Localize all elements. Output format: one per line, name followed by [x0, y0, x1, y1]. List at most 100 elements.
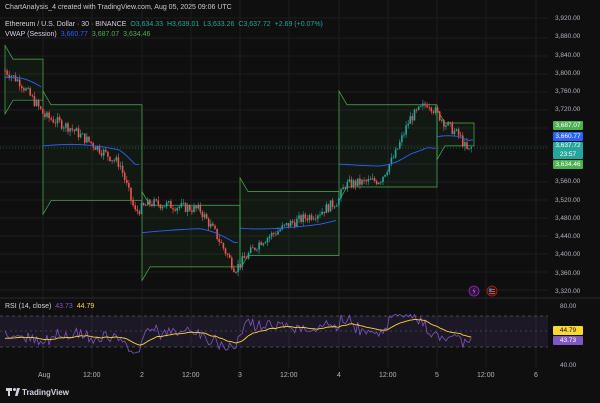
candle-body	[121, 165, 124, 173]
candle-body	[422, 103, 424, 106]
candle-body	[180, 203, 183, 207]
us-flag-icon[interactable]	[486, 285, 498, 297]
candle-body	[449, 122, 451, 124]
candle-body	[459, 135, 462, 137]
candle-body	[350, 179, 353, 188]
rsi-legend[interactable]: RSI (14, close) 43.73 44.79	[5, 302, 96, 311]
rsi-ma-tag: 44.79	[553, 326, 583, 335]
candle-body	[52, 119, 55, 123]
upper-band-tag: 3,687.07	[553, 121, 583, 130]
candle-body	[210, 223, 212, 227]
candle-body	[126, 180, 128, 183]
candle-body	[172, 208, 174, 210]
ohlc-open: O3,634.33	[130, 21, 164, 28]
candle-body	[88, 136, 90, 142]
candle-body	[279, 229, 281, 232]
price-tick: 3,840.00	[555, 52, 581, 59]
candle-body	[149, 199, 151, 205]
candle-body	[54, 122, 57, 124]
time-tick: 12:00	[280, 372, 298, 379]
tradingview-brand: TradingView	[22, 388, 69, 397]
price-chart[interactable]	[0, 0, 600, 403]
candle-body	[266, 238, 269, 243]
candle-body	[165, 202, 168, 207]
vwap-band-session	[42, 89, 143, 216]
candle-body	[18, 79, 21, 87]
candle-body	[56, 117, 59, 124]
candle-body	[199, 204, 202, 212]
candle-body	[214, 225, 216, 229]
candle-body	[323, 211, 325, 214]
candle-body	[228, 254, 231, 258]
candle-body	[197, 204, 199, 209]
candle-body	[44, 113, 46, 117]
candle-body	[109, 156, 111, 162]
tradingview-logo-icon	[6, 388, 20, 396]
candle-body	[443, 120, 445, 127]
price-tick: 3,920.00	[555, 15, 581, 22]
candle-body	[336, 205, 338, 207]
candle-body	[237, 264, 239, 273]
lightning-icon[interactable]	[468, 285, 480, 297]
candle-body	[65, 123, 67, 128]
candle-body	[71, 128, 73, 130]
candle-body	[79, 133, 82, 138]
candle-body	[317, 215, 319, 219]
candle-body	[191, 210, 193, 212]
candle-body	[453, 130, 456, 135]
time-tick: 4	[337, 372, 341, 379]
candle-body	[84, 133, 86, 143]
candle-body	[434, 107, 437, 113]
candle-body	[348, 179, 351, 182]
candle-body	[195, 205, 197, 209]
candle-body	[312, 218, 315, 220]
candle-body	[291, 221, 294, 223]
candle-body	[243, 256, 246, 259]
candle-body	[193, 205, 195, 212]
candle-body	[455, 129, 458, 131]
candle-body	[159, 204, 162, 209]
candle-body	[357, 178, 359, 186]
candle-body	[115, 157, 118, 161]
symbol-title[interactable]: Ethereum / U.S. Dollar · 30 · BINANCE	[5, 21, 126, 28]
candle-body	[163, 206, 166, 208]
candle-body	[300, 215, 302, 223]
price-tick: 3,720.00	[555, 106, 581, 113]
candle-body	[371, 178, 374, 180]
candle-body	[161, 206, 164, 209]
candle-body	[157, 200, 160, 205]
candle-body	[367, 179, 370, 182]
rsi-band	[0, 316, 548, 347]
candle-body	[233, 268, 235, 273]
candle-body	[382, 176, 384, 182]
vwap-band-session	[436, 108, 475, 161]
candle-body	[86, 136, 88, 143]
candle-body	[75, 128, 78, 132]
candle-body	[136, 209, 139, 212]
time-tick: 12:00	[83, 372, 101, 379]
candle-body	[352, 180, 355, 188]
candle-body	[273, 232, 275, 234]
candle-body	[340, 189, 342, 198]
candle-body	[415, 109, 418, 111]
vwap-legend[interactable]: VWAP (Session) 3,660.77 3,687.07 3,634.4…	[5, 30, 152, 39]
candle-body	[203, 214, 206, 218]
candle-body	[260, 242, 262, 246]
created-line: ChartAnalysis_4 created with TradingView…	[5, 4, 232, 11]
rsi-tick: 80.00	[560, 303, 577, 310]
candle-body	[375, 181, 378, 185]
candle-body	[445, 125, 447, 127]
candle-body	[394, 149, 397, 158]
rsi-tick: 40.00	[560, 362, 577, 369]
candle-body	[342, 187, 344, 190]
candle-body	[386, 172, 388, 175]
candle-body	[245, 258, 248, 259]
candle-body	[304, 214, 307, 219]
time-tick: 12:00	[477, 372, 495, 379]
candle-body	[329, 200, 332, 212]
candle-body	[436, 107, 439, 112]
candle-body	[249, 247, 252, 253]
candle-body	[457, 129, 460, 136]
candle-body	[365, 180, 367, 182]
candle-body	[128, 182, 130, 188]
